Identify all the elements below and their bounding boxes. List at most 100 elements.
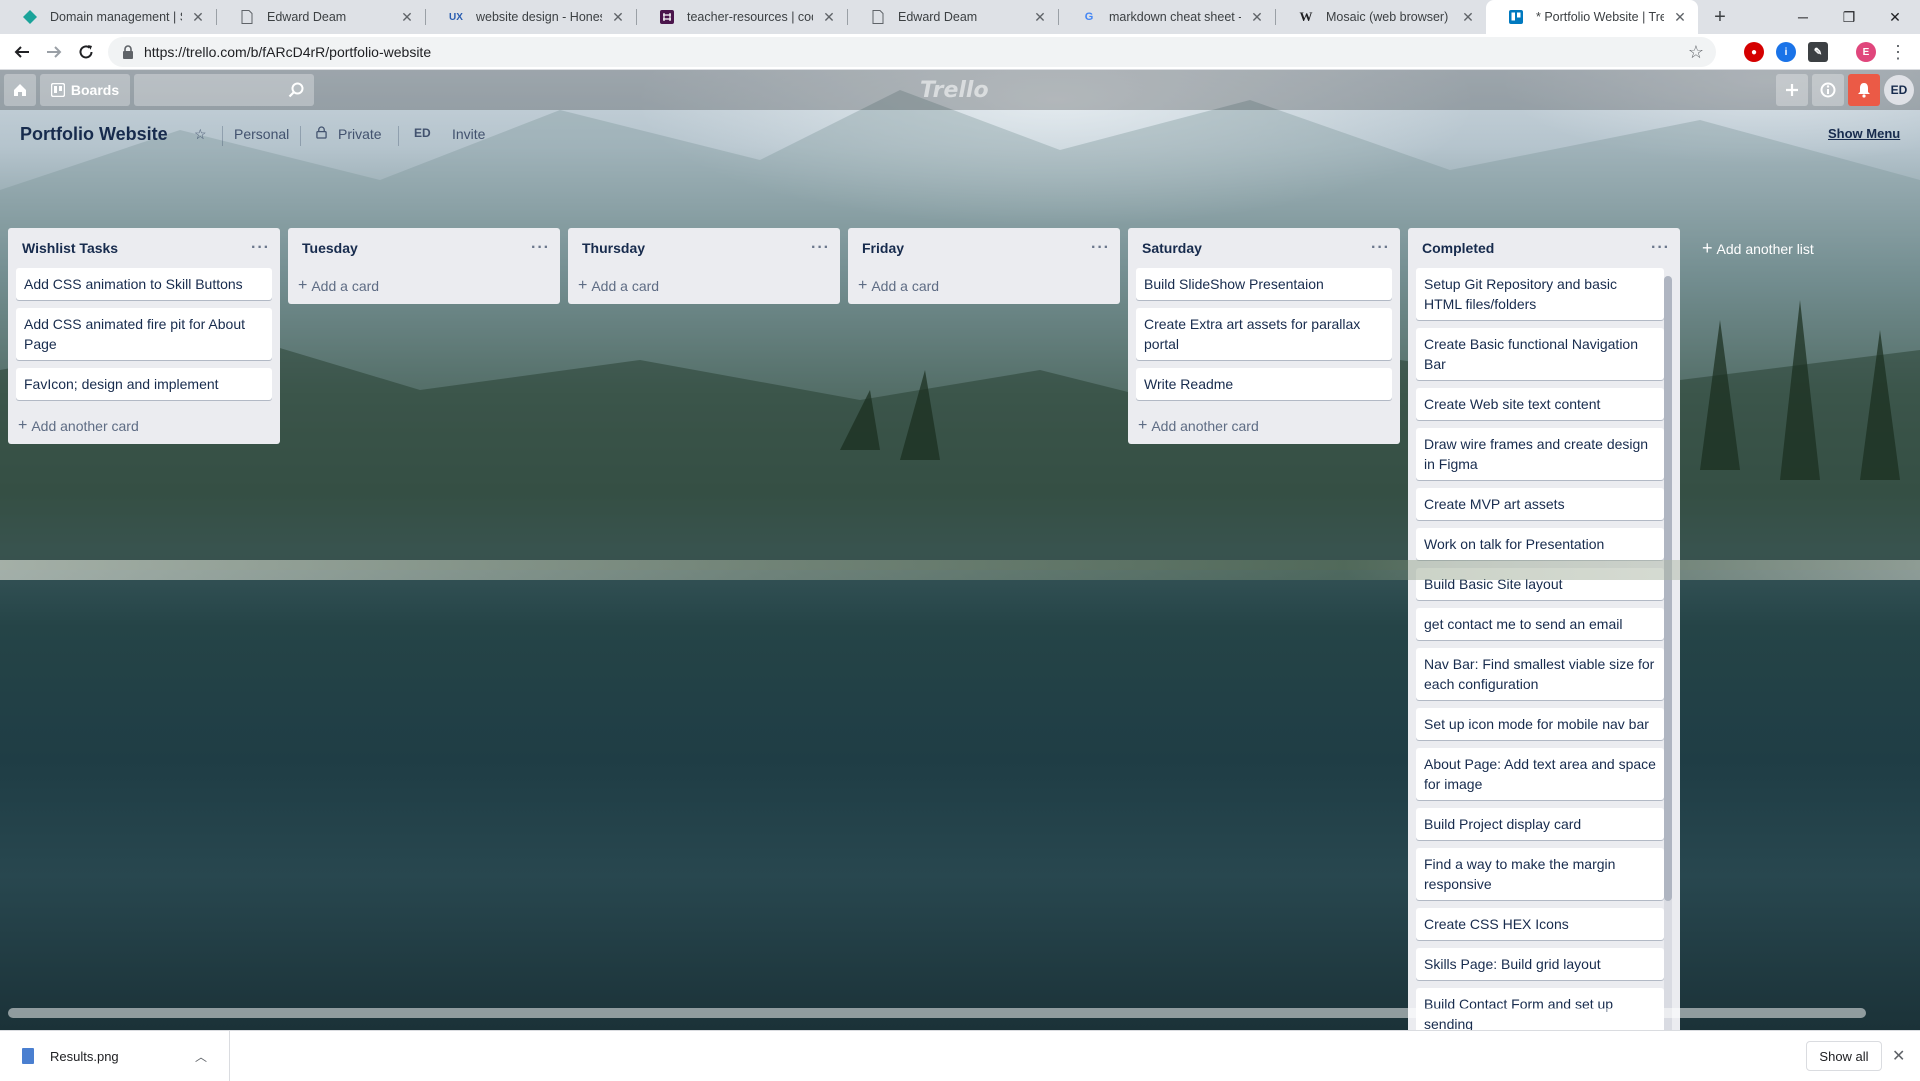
horizontal-scrollbar[interactable] bbox=[8, 1008, 1866, 1018]
card[interactable]: Set up icon mode for mobile nav bar bbox=[1416, 708, 1664, 740]
list-title[interactable]: Saturday bbox=[1142, 240, 1371, 256]
card[interactable]: Build Basic Site layout bbox=[1416, 568, 1664, 600]
list-menu-icon[interactable]: ··· bbox=[251, 239, 270, 257]
search-input[interactable] bbox=[134, 74, 314, 106]
card[interactable]: About Page: Add text area and space for … bbox=[1416, 748, 1664, 800]
close-icon[interactable]: ✕ bbox=[1460, 9, 1476, 25]
list-scrollbar[interactable] bbox=[1664, 276, 1672, 1030]
extension-info-icon[interactable]: i bbox=[1776, 42, 1796, 62]
address-bar[interactable]: https://trello.com/b/fARcD4rR/portfolio-… bbox=[108, 37, 1716, 67]
eyedropper-icon[interactable]: ✎ bbox=[1808, 42, 1828, 62]
card[interactable]: Setup Git Repository and basic HTML file… bbox=[1416, 268, 1664, 320]
browser-tab[interactable]: UX website design - Honest we ✕ bbox=[426, 0, 636, 34]
notifications-button[interactable] bbox=[1848, 74, 1880, 106]
home-button[interactable] bbox=[4, 74, 36, 106]
card[interactable]: FavIcon; design and implement bbox=[16, 368, 272, 400]
scrollbar-thumb[interactable] bbox=[8, 1008, 1866, 1018]
close-icon[interactable]: ✕ bbox=[399, 9, 415, 25]
add-list-button[interactable]: + Add another list bbox=[1702, 238, 1814, 259]
browser-tab[interactable]: W Mosaic (web browser) - Wik ✕ bbox=[1276, 0, 1486, 34]
boards-button[interactable]: Boards bbox=[40, 74, 130, 106]
board-title[interactable]: Portfolio Website bbox=[20, 124, 168, 145]
profile-avatar[interactable]: E bbox=[1856, 42, 1876, 62]
list-header[interactable]: Completed ··· bbox=[1408, 228, 1680, 268]
scrollbar-thumb[interactable] bbox=[1664, 276, 1672, 901]
list-menu-icon[interactable]: ··· bbox=[1371, 239, 1390, 257]
card[interactable]: Nav Bar: Find smallest viable size for e… bbox=[1416, 648, 1664, 700]
browser-tab[interactable]: G markdown cheat sheet - Go ✕ bbox=[1059, 0, 1275, 34]
close-icon[interactable]: ✕ bbox=[1032, 9, 1048, 25]
list-title[interactable]: Completed bbox=[1422, 240, 1651, 256]
browser-tab[interactable]: Edward Deam ✕ bbox=[217, 0, 425, 34]
add-card-button[interactable]: + Add a card bbox=[288, 268, 560, 304]
close-icon[interactable]: ✕ bbox=[1892, 1046, 1905, 1066]
card[interactable]: Write Readme bbox=[1136, 368, 1392, 400]
search-icon[interactable] bbox=[288, 82, 304, 101]
browser-tab-active[interactable]: * Portfolio Website | Trello ✕ bbox=[1486, 0, 1698, 34]
reload-icon[interactable] bbox=[72, 38, 100, 66]
card[interactable]: Add CSS animated fire pit for About Page bbox=[16, 308, 272, 360]
card[interactable]: Draw wire frames and create design in Fi… bbox=[1416, 428, 1664, 480]
list-menu-icon[interactable]: ··· bbox=[1651, 239, 1670, 257]
add-card-button[interactable]: + Add another card bbox=[1128, 408, 1400, 444]
list-header[interactable]: Tuesday ··· bbox=[288, 228, 560, 268]
card[interactable]: Create Basic functional Navigation Bar bbox=[1416, 328, 1664, 380]
board-member-avatar[interactable]: ED bbox=[414, 126, 431, 140]
member-avatar[interactable]: ED bbox=[1884, 75, 1914, 105]
browser-menu-icon[interactable]: ⋮ bbox=[1884, 38, 1912, 66]
show-all-button[interactable]: Show all bbox=[1806, 1041, 1882, 1071]
close-icon[interactable]: ✕ bbox=[1672, 9, 1688, 25]
card[interactable]: Create Web site text content bbox=[1416, 388, 1664, 420]
forward-icon[interactable] bbox=[40, 38, 68, 66]
list-menu-icon[interactable]: ··· bbox=[1091, 239, 1110, 257]
list-menu-icon[interactable]: ··· bbox=[531, 239, 550, 257]
download-item[interactable]: Results.png ︿ bbox=[0, 1031, 230, 1081]
card[interactable]: get contact me to send an email bbox=[1416, 608, 1664, 640]
list-menu-icon[interactable]: ··· bbox=[811, 239, 830, 257]
add-card-button[interactable]: + Add a card bbox=[848, 268, 1120, 304]
close-icon[interactable]: ✕ bbox=[190, 9, 206, 25]
close-icon[interactable]: ✕ bbox=[610, 9, 626, 25]
browser-tab[interactable]: Edward Deam ✕ bbox=[848, 0, 1058, 34]
card[interactable]: Build SlideShow Presentaion bbox=[1136, 268, 1392, 300]
list-header[interactable]: Thursday ··· bbox=[568, 228, 840, 268]
window-close-icon[interactable]: ✕ bbox=[1872, 0, 1918, 34]
close-icon[interactable]: ✕ bbox=[1249, 9, 1265, 25]
browser-tab[interactable]: Domain management | Sett ✕ bbox=[0, 0, 216, 34]
card[interactable]: Build Project display card bbox=[1416, 808, 1664, 840]
team-button[interactable]: Personal bbox=[234, 126, 289, 142]
bookmark-star-icon[interactable]: ☆ bbox=[1688, 42, 1704, 63]
add-card-button[interactable]: + Add another card bbox=[8, 408, 280, 444]
close-icon[interactable]: ✕ bbox=[821, 9, 837, 25]
star-icon[interactable]: ☆ bbox=[194, 126, 207, 143]
new-tab-button[interactable]: + bbox=[1708, 5, 1732, 29]
browser-tab-strip: Domain management | Sett ✕ Edward Deam ✕… bbox=[0, 0, 1920, 34]
list-title[interactable]: Thursday bbox=[582, 240, 811, 256]
create-button[interactable] bbox=[1776, 74, 1808, 106]
card[interactable]: Skills Page: Build grid layout bbox=[1416, 948, 1664, 980]
show-menu-button[interactable]: Show Menu bbox=[1828, 126, 1900, 141]
invite-button[interactable]: Invite bbox=[452, 126, 485, 142]
card[interactable]: Find a way to make the margin responsive bbox=[1416, 848, 1664, 900]
chevron-up-icon[interactable]: ︿ bbox=[195, 1048, 207, 1065]
card[interactable]: Create MVP art assets bbox=[1416, 488, 1664, 520]
back-icon[interactable] bbox=[8, 38, 36, 66]
card[interactable]: Add CSS animation to Skill Buttons bbox=[16, 268, 272, 300]
restore-icon[interactable]: ❐ bbox=[1826, 0, 1872, 34]
card[interactable]: Work on talk for Presentation bbox=[1416, 528, 1664, 560]
trello-logo[interactable]: Trello bbox=[920, 78, 989, 103]
adblock-icon[interactable]: ● bbox=[1744, 42, 1764, 62]
add-card-button[interactable]: + Add a card bbox=[568, 268, 840, 304]
list-title[interactable]: Wishlist Tasks bbox=[22, 240, 251, 256]
visibility-button[interactable]: Private bbox=[338, 126, 382, 142]
info-button[interactable] bbox=[1812, 74, 1844, 106]
minimize-icon[interactable]: ─ bbox=[1780, 0, 1826, 34]
list-header[interactable]: Wishlist Tasks ··· bbox=[8, 228, 280, 268]
browser-tab[interactable]: teacher-resources | coderac ✕ bbox=[637, 0, 847, 34]
list-header[interactable]: Friday ··· bbox=[848, 228, 1120, 268]
card[interactable]: Create CSS HEX Icons bbox=[1416, 908, 1664, 940]
list-title[interactable]: Tuesday bbox=[302, 240, 531, 256]
card[interactable]: Create Extra art assets for parallax por… bbox=[1136, 308, 1392, 360]
list-title[interactable]: Friday bbox=[862, 240, 1091, 256]
list-header[interactable]: Saturday ··· bbox=[1128, 228, 1400, 268]
